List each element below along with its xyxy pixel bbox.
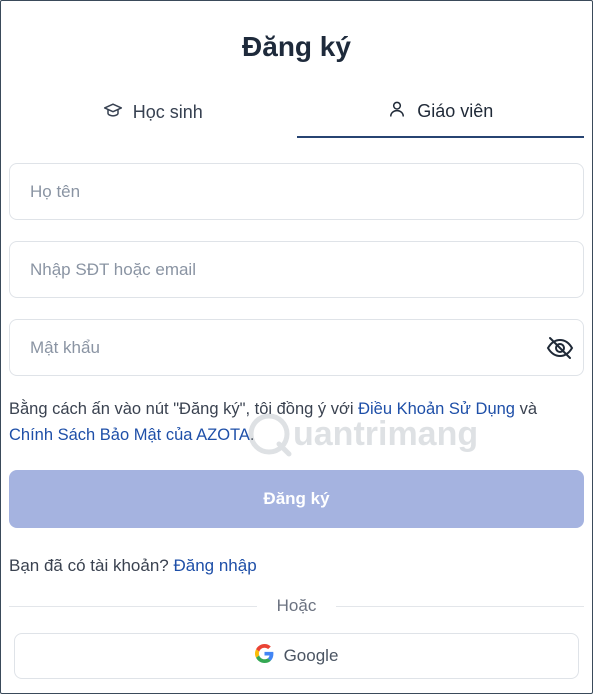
- terms-notice: Bằng cách ấn vào nút "Đăng ký", tôi đồng…: [9, 396, 584, 448]
- tab-student[interactable]: Học sinh: [9, 94, 297, 138]
- login-prompt-text: Bạn đã có tài khoản?: [9, 556, 174, 575]
- tab-student-label: Học sinh: [132, 101, 203, 122]
- divider-line-left: [9, 605, 257, 607]
- login-prompt: Bạn đã có tài khoản? Đăng nhập: [9, 556, 257, 576]
- google-icon: [254, 644, 274, 668]
- password-field-box: [9, 319, 584, 376]
- login-link[interactable]: Đăng nhập: [173, 556, 256, 575]
- terms-prefix: Bằng cách ấn vào nút "Đăng ký", tôi đồng…: [9, 400, 359, 418]
- role-tabs: Học sinh Giáo viên: [9, 94, 584, 138]
- google-button-label: Google: [283, 646, 339, 665]
- tab-teacher-label: Giáo viên: [417, 100, 494, 121]
- name-input[interactable]: [10, 164, 583, 219]
- divider-label: Hoặc: [276, 596, 317, 615]
- divider-line-right: [336, 605, 584, 607]
- terms-of-use-link[interactable]: Điều Khoản Sử Dụng: [358, 400, 515, 418]
- user-icon: [387, 99, 407, 124]
- privacy-policy-link[interactable]: Chính Sách Bảo Mật của AZOTA: [9, 426, 250, 444]
- terms-suffix: .: [249, 426, 255, 444]
- page-title: Đăng ký: [242, 31, 351, 62]
- contact-field-box: [9, 241, 584, 298]
- graduation-cap-icon: [103, 100, 123, 125]
- signup-panel: Đăng ký Học sinh Giáo viên Họ tên Nhập S…: [0, 0, 593, 694]
- eye-off-icon[interactable]: [545, 333, 575, 363]
- terms-middle: và: [514, 400, 537, 418]
- name-field-box: [9, 163, 584, 220]
- password-input[interactable]: [10, 320, 583, 375]
- contact-input[interactable]: [10, 242, 583, 297]
- register-button[interactable]: Đăng ký: [9, 470, 584, 528]
- tab-teacher[interactable]: Giáo viên: [296, 94, 584, 138]
- google-signin-button[interactable]: Google: [14, 633, 579, 679]
- or-divider: Hoặc: [9, 596, 584, 616]
